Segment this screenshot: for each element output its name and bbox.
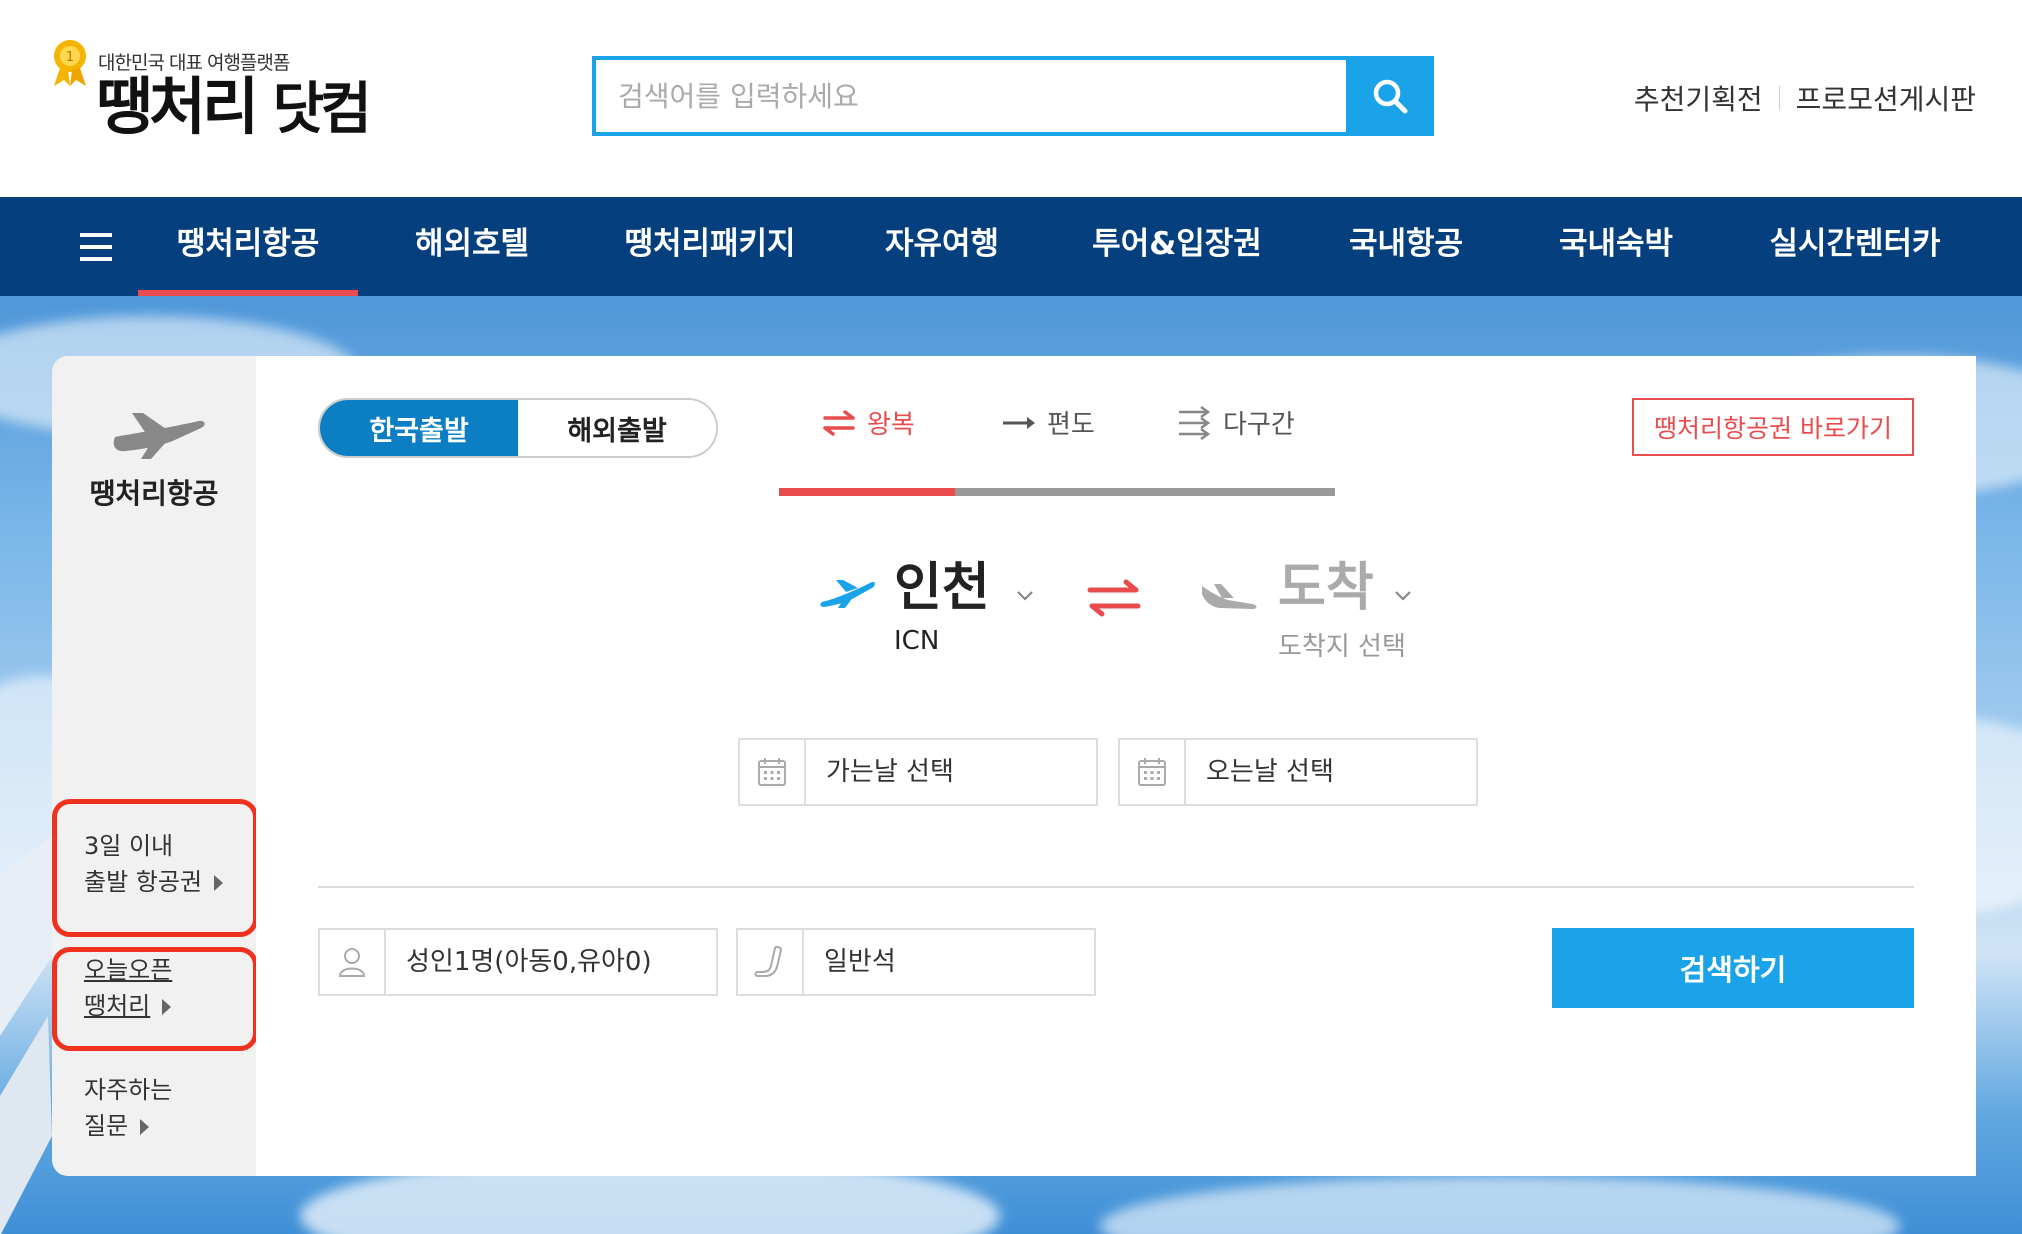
search-button[interactable] xyxy=(1346,56,1434,136)
search-flights-button[interactable]: 검색하기 xyxy=(1552,928,1914,1008)
top-links: 추천기획전 프로모션게시판 xyxy=(1634,78,1976,118)
trip-tab-underline xyxy=(779,488,1335,496)
nav-item-tours-tickets[interactable]: 투어&입장권 xyxy=(1082,197,1272,296)
departure-region-toggle: 한국출발 해외출발 xyxy=(318,398,718,458)
tab-multi-city[interactable]: 다구간 xyxy=(1177,404,1295,441)
swap-route-icon[interactable] xyxy=(1086,578,1142,618)
side-title: 땡처리항공 xyxy=(89,477,219,510)
side-link-faq[interactable]: 자주하는 질문 xyxy=(84,1072,172,1144)
origin-city-name: 인천 xyxy=(894,558,990,618)
destination-city-name: 도착 xyxy=(1278,558,1374,618)
logo-main-text-2: 닷컴 xyxy=(272,77,372,142)
destination-placeholder: 도착지 선택 xyxy=(1278,632,1406,662)
cabin-class: 일반석 xyxy=(824,947,896,977)
toggle-korea-departure[interactable]: 한국출발 xyxy=(320,400,518,456)
medal-icon: 1 xyxy=(54,40,86,86)
side-link-today-open[interactable]: 오늘오픈 땡처리 xyxy=(84,952,172,1024)
arrow-right-icon xyxy=(214,875,224,891)
hamburger-menu-icon[interactable] xyxy=(80,233,112,261)
tab-round-trip[interactable]: 왕복 xyxy=(821,404,915,441)
active-tab-indicator xyxy=(779,488,955,496)
side-link-line1: 자주하는 xyxy=(84,1076,173,1104)
flight-search-panel: 한국출발 해외출발 왕복 편도 다구간 땡처리항공권 바로가기 인천 ICN 도… xyxy=(256,356,1976,1176)
side-panel: 땡처리항공 3일 이내 출발 항공권 오늘오픈 땡처리 자주하는 질문 xyxy=(52,356,256,1176)
link-promotion-board[interactable]: 프로모션게시판 xyxy=(1796,78,1976,118)
multi-route-icon xyxy=(1179,405,1211,440)
nav-item-domestic-lodging[interactable]: 국내숙박 xyxy=(1546,197,1686,296)
arrow-right-icon xyxy=(1003,416,1035,429)
tab-multi-city-label: 다구간 xyxy=(1223,410,1295,440)
divider xyxy=(1778,86,1780,110)
nav-item-overseas-hotels[interactable]: 해외호텔 xyxy=(392,197,552,296)
arrow-right-icon xyxy=(140,1119,150,1135)
landing-plane-icon xyxy=(1202,584,1257,609)
nav-item-rentacar[interactable]: 실시간렌터카 xyxy=(1760,197,1950,296)
tab-one-way[interactable]: 편도 xyxy=(1001,404,1095,441)
tab-round-trip-label: 왕복 xyxy=(867,410,915,440)
nav-item-packages[interactable]: 땡처리패키지 xyxy=(610,197,810,296)
origin-airport-code: ICN xyxy=(894,626,940,656)
section-divider xyxy=(318,886,1914,888)
airplane-icon xyxy=(113,413,205,459)
person-icon xyxy=(320,930,386,994)
destination-selector[interactable]: 도착 도착지 선택 xyxy=(1200,562,1430,662)
side-link-line2: 질문 xyxy=(84,1112,129,1140)
takeoff-plane-icon xyxy=(820,580,875,608)
chevron-down-icon xyxy=(1395,591,1411,601)
site-logo[interactable]: 1 대한민국 대표 여행플랫폼 땡처리 닷컴 xyxy=(48,38,378,158)
search-bar xyxy=(592,56,1434,136)
trip-type-tabs: 왕복 편도 다구간 xyxy=(779,398,1335,496)
logo-wordmark: 땡처리 닷컴 xyxy=(96,76,372,138)
search-icon xyxy=(1373,79,1408,114)
round-trip-icon xyxy=(823,409,855,436)
chevron-down-icon xyxy=(1017,591,1033,601)
origin-selector[interactable]: 인천 ICN xyxy=(818,562,1048,662)
seat-icon xyxy=(738,930,804,994)
side-link-line2: 땡처리 xyxy=(84,992,151,1020)
return-date-label: 오는날 선택 xyxy=(1206,757,1334,787)
side-link-line1: 오늘오픈 xyxy=(84,956,173,984)
nav-item-domestic-flights[interactable]: 국내항공 xyxy=(1336,197,1476,296)
side-link-line2: 출발 항공권 xyxy=(84,868,203,896)
nav-item-free-travel[interactable]: 자유여행 xyxy=(872,197,1012,296)
site-header: 1 대한민국 대표 여행플랫폼 땡처리 닷컴 추천기획전 프로모션게시판 xyxy=(0,0,2022,197)
passenger-selector[interactable]: 성인1명(아동0,유아0) xyxy=(318,928,718,996)
airplane-wing-image xyxy=(0,836,52,1234)
cheap-flight-shortcut-button[interactable]: 땡처리항공권 바로가기 xyxy=(1632,398,1914,456)
calendar-icon xyxy=(1120,740,1186,804)
side-link-3day-departure[interactable]: 3일 이내 출발 항공권 xyxy=(84,828,224,900)
svg-text:1: 1 xyxy=(66,50,74,65)
depart-date-field[interactable]: 가는날 선택 xyxy=(738,738,1098,806)
return-date-field[interactable]: 오는날 선택 xyxy=(1118,738,1478,806)
cabin-class-selector[interactable]: 일반석 xyxy=(736,928,1096,996)
link-recommended-exhibition[interactable]: 추천기획전 xyxy=(1634,78,1763,118)
toggle-overseas-departure[interactable]: 해외출발 xyxy=(518,400,716,456)
passenger-count: 성인1명(아동0,유아0) xyxy=(406,947,652,977)
side-link-line1: 3일 이내 xyxy=(84,832,174,860)
main-nav: 땡처리항공 해외호텔 땡처리패키지 자유여행 투어&입장권 국내항공 국내숙박 … xyxy=(0,197,2022,296)
arrow-right-icon xyxy=(162,999,172,1015)
tab-one-way-label: 편도 xyxy=(1047,410,1095,440)
calendar-icon xyxy=(740,740,806,804)
search-input[interactable] xyxy=(596,60,1346,132)
depart-date-label: 가는날 선택 xyxy=(826,757,954,787)
nav-item-cheap-flights[interactable]: 땡처리항공 xyxy=(138,197,358,296)
logo-main-text: 땡처리 xyxy=(96,70,259,143)
